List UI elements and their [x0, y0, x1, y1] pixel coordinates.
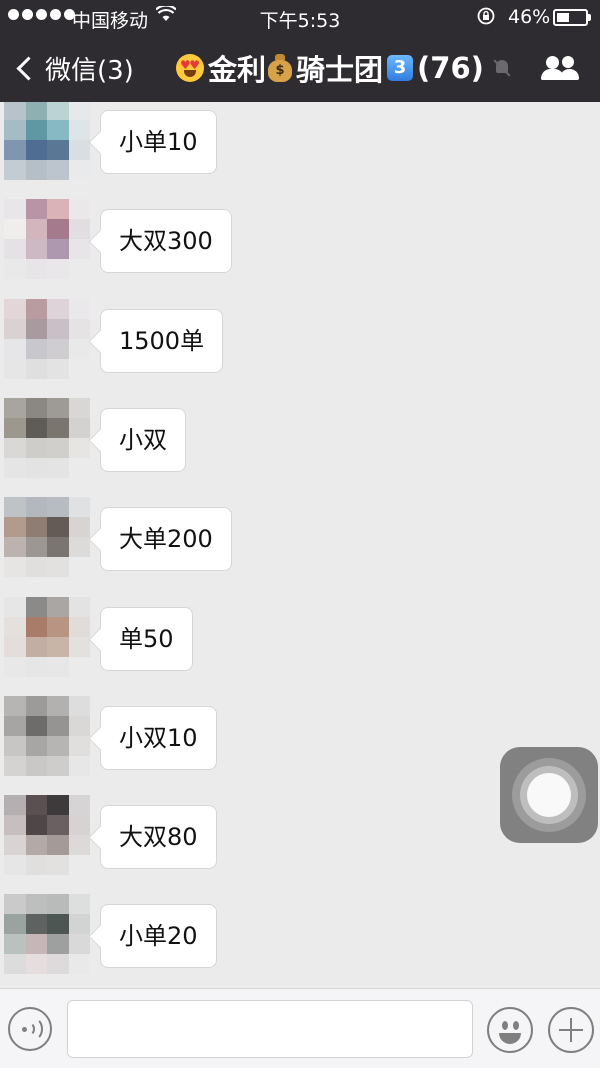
- message-bubble[interactable]: 小单20: [100, 904, 217, 968]
- avatar[interactable]: [4, 497, 90, 577]
- message-bubble[interactable]: 大双300: [100, 209, 232, 273]
- message-row: 大单200: [0, 497, 600, 577]
- message-bubble[interactable]: 大单200: [100, 507, 232, 571]
- message-row: 小双: [0, 398, 600, 478]
- message-row: 单50: [0, 597, 600, 677]
- avatar[interactable]: [4, 398, 90, 478]
- message-bubble[interactable]: 小单10: [100, 110, 217, 174]
- message-bubble[interactable]: 小双: [100, 408, 186, 472]
- message-bubble[interactable]: 大双80: [100, 805, 217, 869]
- message-row: 大双300: [0, 199, 600, 279]
- avatar[interactable]: [4, 597, 90, 677]
- avatar[interactable]: [4, 696, 90, 776]
- title-part-1: 金利: [208, 53, 267, 87]
- battery-icon: [553, 9, 591, 26]
- message-bubble[interactable]: 1500单: [100, 309, 224, 373]
- battery-percent: 46%: [508, 6, 551, 28]
- smiling-face-with-heart-eyes-icon: [176, 54, 204, 82]
- mute-icon: [492, 58, 512, 78]
- message-row: 小单10: [0, 102, 600, 180]
- input-bar: [0, 988, 600, 1068]
- message-row: 小单20: [0, 894, 600, 974]
- message-input[interactable]: [67, 1000, 473, 1058]
- voice-input-button[interactable]: [8, 1007, 52, 1051]
- avatar[interactable]: [4, 795, 90, 875]
- member-count: (76): [417, 51, 484, 85]
- top-bar: 中国移动 下午5:53 46% 微信(3) ♥ ♥ 金利 $ 骑士团 3 (76…: [0, 0, 600, 102]
- keycap-digit: 3: [387, 55, 414, 81]
- avatar[interactable]: [4, 299, 90, 379]
- chat-title: 金利 $ 骑士团 3 (76): [176, 50, 512, 87]
- avatar[interactable]: [4, 199, 90, 279]
- assistive-touch-button[interactable]: [500, 747, 598, 843]
- more-button[interactable]: [548, 1007, 594, 1053]
- message-row: 1500单: [0, 299, 600, 379]
- avatar[interactable]: [4, 894, 90, 974]
- chevron-left-icon: [16, 55, 41, 81]
- nav-bar: 微信(3) 金利 $ 骑士团 3 (76): [0, 34, 600, 102]
- status-bar: 中国移动 下午5:53 46%: [0, 0, 600, 34]
- message-list[interactable]: 小单10 大双300 1500单小双大单200 单50 小双10 大双80 小单20: [0, 102, 600, 988]
- message-bubble[interactable]: 小双10: [100, 706, 217, 770]
- message-bubble[interactable]: 单50: [100, 607, 193, 671]
- back-button[interactable]: 微信(3): [14, 50, 134, 86]
- money-bag-icon: $: [268, 54, 293, 82]
- emoji-button[interactable]: [487, 1007, 533, 1053]
- title-part-2: 骑士团: [296, 53, 384, 87]
- back-label: 微信(3): [45, 55, 134, 86]
- orientation-lock-icon: [476, 6, 496, 31]
- avatar[interactable]: [4, 102, 90, 180]
- group-members-button[interactable]: [540, 54, 580, 84]
